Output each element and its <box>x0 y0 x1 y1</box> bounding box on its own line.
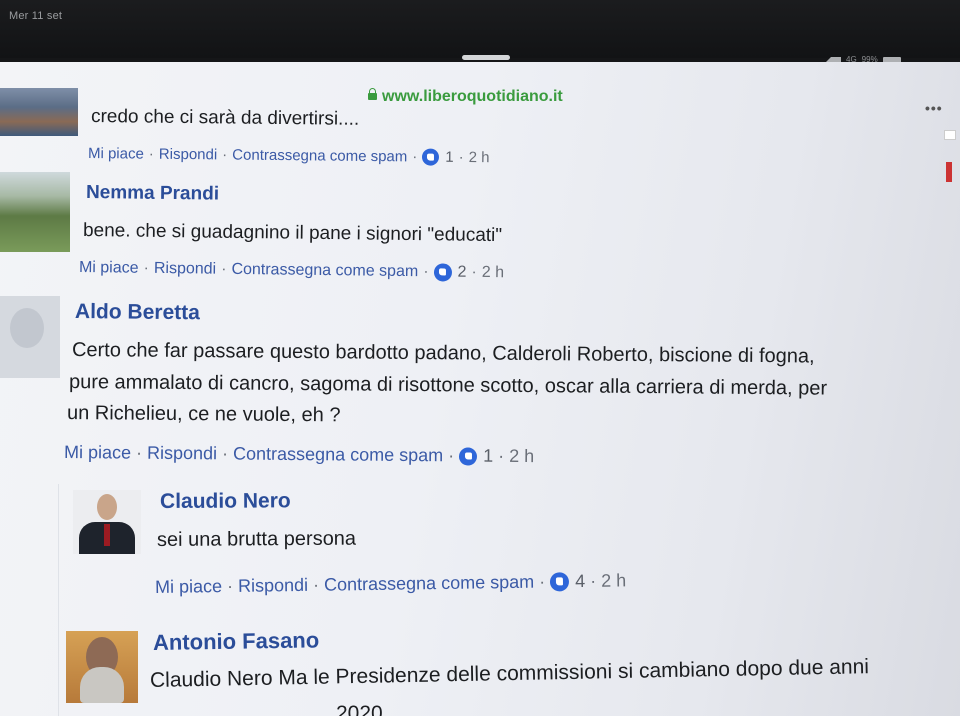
reply-link[interactable]: Rispondi <box>238 575 308 597</box>
like-count[interactable]: 4 <box>575 571 585 592</box>
comment-text-line: Certo che far passare questo bardotto pa… <box>71 339 815 368</box>
edge-marker <box>946 162 952 182</box>
comment-text: bene. che si guadagnino il pane i signor… <box>82 220 503 247</box>
comment-actions: Mi piace · Rispondi · Contrassegna come sp… <box>78 259 505 282</box>
comment-actions: Mi piace · Rispondi · Contrassegna come sp… <box>63 442 535 467</box>
comment-time[interactable]: 2 h <box>469 149 490 166</box>
browser-screen: www.liberoquotidiano.it ••• credo che ci… <box>0 62 960 716</box>
spam-link[interactable]: Contrassegna come spam <box>232 147 407 166</box>
avatar[interactable] <box>73 490 141 554</box>
like-link[interactable]: Mi piace <box>79 259 139 278</box>
lock-icon <box>368 88 377 100</box>
commenter-name[interactable]: Claudio Nero <box>160 489 291 514</box>
reply-thread-line <box>58 484 59 716</box>
like-count[interactable]: 1 <box>483 446 493 467</box>
like-link[interactable]: Mi piace <box>64 442 131 464</box>
default-avatar[interactable] <box>0 296 60 378</box>
avatar-head <box>97 494 117 520</box>
status-date: Mer 11 set <box>9 10 63 22</box>
comment-text-line: un Richelieu, ce ne vuole, eh ? <box>66 402 341 427</box>
comment-text: Claudio Nero Ma le Presidenze delle comm… <box>149 655 870 692</box>
more-options-icon[interactable]: ••• <box>925 100 943 116</box>
spam-link[interactable]: Contrassegna come spam <box>231 261 418 281</box>
comment-time[interactable]: 2 h <box>601 570 626 591</box>
comment-time[interactable]: 2 h <box>509 446 534 467</box>
like-count[interactable]: 1 <box>445 149 454 166</box>
avatar-silhouette <box>10 308 44 348</box>
status-bar: Mer 11 set 4G 99% <box>0 0 960 64</box>
reply-link[interactable]: Rispondi <box>159 146 218 164</box>
page-edge-strip <box>944 122 958 242</box>
commenter-name[interactable]: Aldo Beretta <box>75 300 200 325</box>
comment-text: sei una brutta persona <box>156 527 357 551</box>
edge-box <box>944 130 956 140</box>
commenter-name[interactable]: Nemma Prandi <box>86 182 219 206</box>
comment-text-continued: 2020 <box>336 702 383 716</box>
avatar[interactable] <box>0 88 78 136</box>
avatar[interactable] <box>0 172 70 252</box>
reply-link[interactable]: Rispondi <box>147 443 217 465</box>
like-icon <box>422 148 440 166</box>
like-icon <box>433 263 452 282</box>
url-text: www.liberoquotidiano.it <box>382 88 563 105</box>
comment-actions: Mi piace · Rispondi · Contrassegna come sp… <box>154 570 627 598</box>
comment-time[interactable]: 2 h <box>482 264 504 282</box>
comment-text-line: pure ammalato di cancro, sagoma di risot… <box>68 371 828 400</box>
commenter-name[interactable]: Antonio Fasano <box>153 627 320 656</box>
like-icon <box>550 572 570 592</box>
comment-actions: Mi piace · Rispondi · Contrassegna come sp… <box>87 145 490 167</box>
like-icon <box>459 446 478 466</box>
reply-link[interactable]: Rispondi <box>154 260 216 279</box>
avatar-tie <box>104 524 110 546</box>
avatar[interactable] <box>66 631 138 703</box>
address-bar[interactable]: www.liberoquotidiano.it ••• <box>0 72 960 116</box>
like-count[interactable]: 2 <box>457 264 466 282</box>
url-display[interactable]: www.liberoquotidiano.it <box>368 88 563 106</box>
avatar-beard <box>80 667 124 703</box>
comment-text: credo che ci sarà da divertirsi.... <box>90 106 360 130</box>
like-link[interactable]: Mi piace <box>155 576 222 598</box>
spam-link[interactable]: Contrassegna come spam <box>324 572 534 596</box>
multitask-handle[interactable] <box>462 55 510 60</box>
like-link[interactable]: Mi piace <box>88 145 144 163</box>
spam-link[interactable]: Contrassegna come spam <box>233 443 443 466</box>
